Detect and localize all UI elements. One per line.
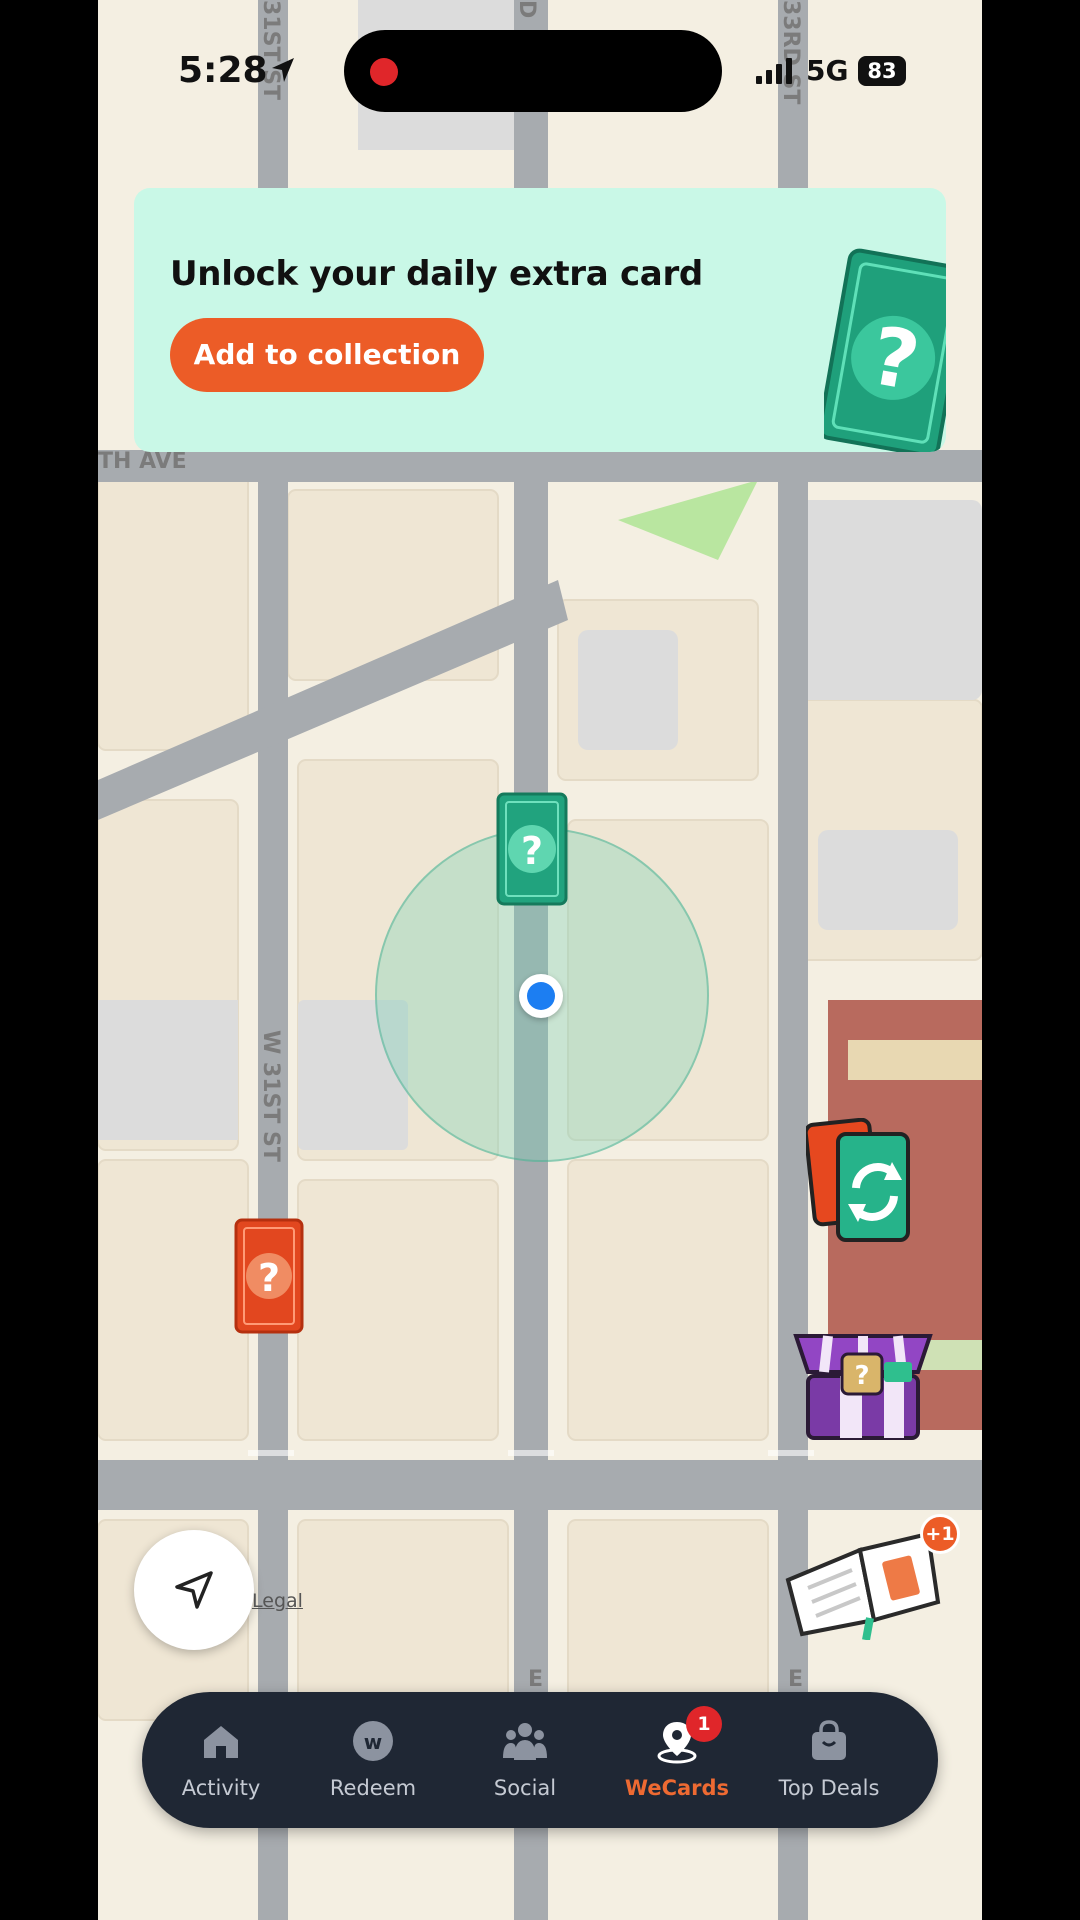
street-label-e2: E — [788, 1667, 803, 1692]
recenter-button[interactable] — [134, 1530, 254, 1650]
signal-bars-icon — [756, 58, 792, 84]
street-label-e: E — [528, 1667, 543, 1692]
card-swap-icon[interactable] — [806, 1118, 916, 1248]
add-to-collection-button[interactable]: Add to collection — [170, 318, 484, 392]
svg-text:?: ? — [521, 829, 543, 873]
bottom-nav: Activity w Redeem Social 1 WeCards Top D… — [142, 1692, 938, 1828]
network-label: 5G — [806, 54, 849, 87]
nav-label-redeem: Redeem — [329, 1776, 417, 1800]
wecards-badge: 1 — [686, 1706, 722, 1742]
shopping-bag-icon — [812, 1720, 846, 1760]
clock: 5:28 — [178, 50, 268, 91]
dynamic-island — [344, 30, 722, 112]
status-bar: 5:28 5G 83 — [98, 0, 982, 140]
nav-item-redeem[interactable]: w Redeem — [298, 1692, 448, 1828]
svg-text:w: w — [364, 1730, 382, 1754]
nav-item-social[interactable]: Social — [450, 1692, 600, 1828]
nav-label-activity: Activity — [181, 1776, 261, 1800]
daily-card-banner[interactable]: Unlock your daily extra card Add to coll… — [134, 188, 946, 452]
nav-label-social: Social — [493, 1776, 557, 1800]
nav-label-wecards: WeCards — [624, 1776, 730, 1800]
screen: TH AVE 31ST ST 33RD ST W 31ST ST E E D ?… — [98, 0, 982, 1920]
nav-item-wecards[interactable]: 1 WeCards — [602, 1692, 752, 1828]
navigation-arrow-icon — [175, 1571, 213, 1609]
nav-item-activity[interactable]: Activity — [146, 1692, 296, 1828]
green-mystery-card-marker[interactable]: ? — [496, 792, 568, 906]
svg-text:?: ? — [258, 1256, 280, 1300]
home-icon — [204, 1726, 238, 1758]
book-badge: +1 — [920, 1514, 960, 1554]
user-location-dot — [519, 974, 563, 1018]
recording-dot-icon — [370, 58, 398, 86]
banner-title: Unlock your daily extra card — [170, 254, 703, 294]
mystery-card-icon: ? — [824, 248, 946, 452]
street-label-w31st: W 31ST ST — [258, 1030, 283, 1162]
svg-text:?: ? — [854, 1361, 869, 1391]
nav-item-top-deals[interactable]: Top Deals — [754, 1692, 904, 1828]
w-coin-icon: w — [353, 1721, 393, 1761]
people-icon — [503, 1723, 547, 1760]
location-arrow-icon — [272, 58, 294, 82]
nav-label-top-deals: Top Deals — [778, 1776, 880, 1800]
battery-icon: 83 — [858, 56, 906, 86]
street-label-ave: TH AVE — [98, 449, 187, 474]
red-mystery-card-marker[interactable]: ? — [234, 1218, 304, 1334]
deal-shop-icon[interactable]: ? — [788, 1306, 938, 1446]
legal-link[interactable]: Legal — [252, 1590, 303, 1612]
